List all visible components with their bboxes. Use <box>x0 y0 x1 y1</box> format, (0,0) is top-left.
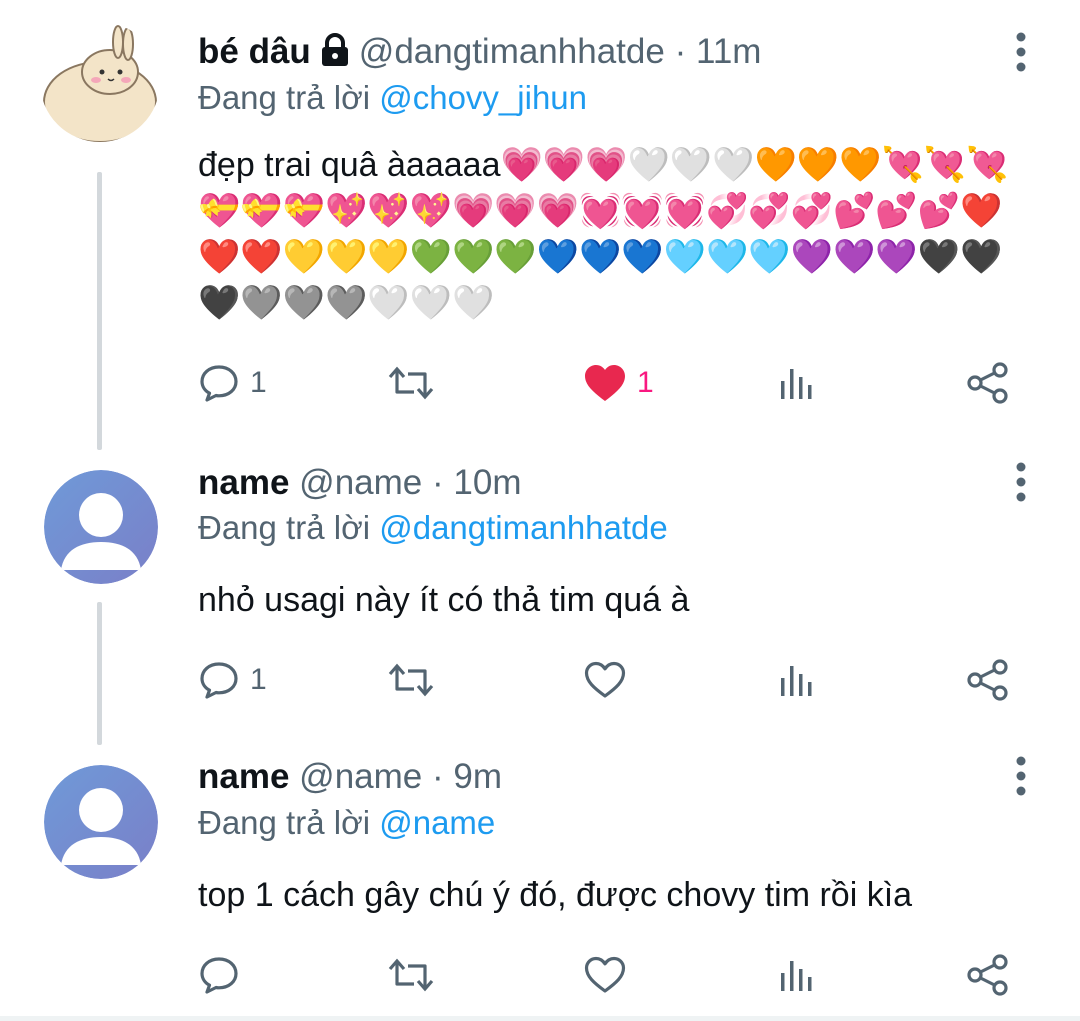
display-name[interactable]: name <box>198 463 289 502</box>
replying-prefix: Đang trả lời <box>198 804 371 841</box>
avatar[interactable] <box>44 470 158 584</box>
separator: · <box>432 757 444 796</box>
heart-outline-icon <box>584 661 626 698</box>
action-bar <box>198 950 1038 1000</box>
tweet[interactable]: name @name · 9m Đang trả lời @name top 1… <box>0 745 1080 1016</box>
share-button[interactable] <box>966 950 1010 1000</box>
tweet-header: bé dâu @dangtimanhhatde · 11m <box>198 30 761 74</box>
like-button[interactable] <box>583 950 627 1000</box>
tweet[interactable]: bé dâu @dangtimanhhatde · 11m Đang trả lờ… <box>0 0 1080 450</box>
tweet-header: name @name · 10m <box>198 461 521 505</box>
analytics-button[interactable] <box>776 358 816 408</box>
more-vertical-icon <box>1016 756 1026 796</box>
display-name[interactable]: name <box>198 757 289 796</box>
action-bar: 1 <box>198 655 1038 705</box>
mention-link[interactable]: @name <box>379 804 495 841</box>
retweet-icon <box>388 366 434 400</box>
tweet-text: nhỏ usagi này ít có thả tim quá à <box>198 581 690 619</box>
analytics-icon <box>781 369 812 399</box>
replying-to: Đang trả lời @name <box>198 801 495 845</box>
analytics-button[interactable] <box>776 950 816 1000</box>
tweet[interactable]: name @name · 10m Đang trả lời @dangtiman… <box>0 450 1080 745</box>
analytics-icon <box>781 666 812 696</box>
share-button[interactable] <box>966 358 1010 408</box>
separator: · <box>432 463 444 502</box>
timestamp[interactable]: 10m <box>453 463 521 502</box>
thread-line <box>97 172 102 450</box>
tweet-header: name @name · 9m <box>198 755 502 799</box>
reply-icon <box>200 365 238 402</box>
action-bar: 1 1 <box>198 358 1038 408</box>
share-icon <box>967 362 1008 404</box>
analytics-button[interactable] <box>776 655 816 705</box>
more-vertical-icon <box>1016 32 1026 72</box>
more-options-button[interactable] <box>1008 754 1034 798</box>
more-options-button[interactable] <box>1008 460 1034 504</box>
like-count: 1 <box>637 366 654 399</box>
tweet-text: top 1 cách gây chú ý đó, được chovy tim … <box>198 876 913 914</box>
share-button[interactable] <box>966 655 1010 705</box>
default-user-avatar-icon <box>44 765 158 879</box>
retweet-button[interactable] <box>388 950 434 1000</box>
rabbit-avatar-icon <box>40 22 160 142</box>
heart-filled-icon <box>585 365 625 401</box>
reply-count: 1 <box>250 366 267 399</box>
more-options-button[interactable] <box>1008 30 1034 74</box>
avatar[interactable] <box>40 22 160 142</box>
heart-outline-icon <box>584 956 626 993</box>
share-icon <box>967 954 1008 996</box>
retweet-icon <box>388 663 434 697</box>
timestamp[interactable]: 9m <box>453 757 502 796</box>
reply-button[interactable]: 1 <box>198 655 267 705</box>
reply-button[interactable] <box>198 950 250 1000</box>
handle[interactable]: @dangtimanhhatde <box>359 32 665 71</box>
reply-count: 1 <box>250 663 267 696</box>
share-icon <box>967 659 1008 701</box>
handle[interactable]: @name <box>299 757 422 796</box>
separator: · <box>674 32 687 71</box>
retweet-button[interactable] <box>388 655 434 705</box>
mention-link[interactable]: @chovy_jihun <box>379 79 587 116</box>
replying-to: Đang trả lời @dangtimanhhatde <box>198 506 668 550</box>
like-button[interactable] <box>583 655 627 705</box>
like-button[interactable]: 1 <box>583 358 654 408</box>
timestamp[interactable]: 11m <box>696 32 762 71</box>
lock-icon <box>317 33 353 78</box>
reply-icon <box>200 957 238 994</box>
divider <box>0 1016 1080 1021</box>
retweet-button[interactable] <box>388 358 434 408</box>
display-name[interactable]: bé dâu <box>198 32 311 71</box>
handle[interactable]: @name <box>299 463 422 502</box>
replying-to: Đang trả lời @chovy_jihun <box>198 76 587 120</box>
avatar[interactable] <box>44 765 158 879</box>
more-vertical-icon <box>1016 462 1026 502</box>
retweet-icon <box>388 958 434 992</box>
analytics-icon <box>781 961 812 991</box>
default-user-avatar-icon <box>44 470 158 584</box>
mention-link[interactable]: @dangtimanhhatde <box>379 509 668 546</box>
thread-line <box>97 602 102 745</box>
reply-button[interactable]: 1 <box>198 358 267 408</box>
reply-icon <box>200 662 238 699</box>
replying-prefix: Đang trả lời <box>198 509 371 546</box>
replying-prefix: Đang trả lời <box>198 79 371 116</box>
tweet-text: đẹp trai quâ àaaaaa💗💗💗🤍🤍🤍🧡🧡🧡💘💘💘💝💝💝💖💖💖💗💗💗… <box>198 146 1009 322</box>
